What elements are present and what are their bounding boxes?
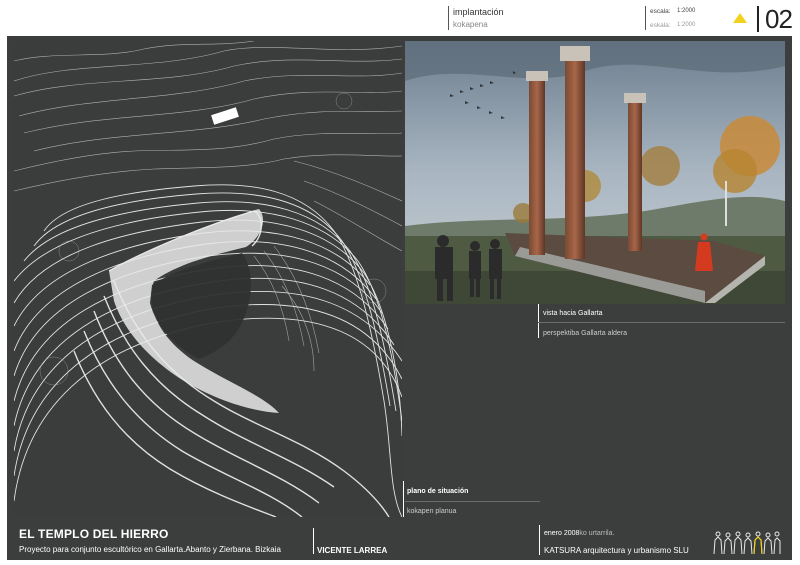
north-triangle-icon bbox=[733, 13, 747, 23]
project-subtitle: Proyecto para conjunto escultórico en Ga… bbox=[19, 545, 281, 554]
photo-label-rule bbox=[538, 322, 785, 323]
author-divider bbox=[313, 528, 314, 554]
date-basque: ko urtarrila. bbox=[579, 530, 615, 537]
scale-label-basque: eskala: bbox=[650, 22, 671, 29]
photo-label: vista hacia Gallarta bbox=[543, 310, 603, 317]
map-label: plano de situación bbox=[407, 488, 469, 495]
scale-divider bbox=[645, 6, 646, 30]
topographic-contours bbox=[14, 41, 402, 517]
header-divider bbox=[448, 6, 449, 30]
date-spanish: enero 2008 bbox=[544, 530, 580, 537]
company-divider bbox=[539, 525, 540, 555]
photo-label-basque: perspektiba Gallarta aldera bbox=[543, 330, 628, 337]
sheet-title: implantación bbox=[453, 7, 504, 17]
sheet-subtitle: kokapena bbox=[453, 20, 488, 29]
perspective-render bbox=[405, 41, 785, 304]
project-date: enero 2008ko urtarrila. bbox=[544, 530, 614, 537]
site-plan-map bbox=[14, 41, 402, 517]
company-name: KATSURA arquitectura y urbanismo SLU bbox=[544, 546, 689, 555]
header: implantación kokapena escala: 1:2000 esk… bbox=[0, 0, 800, 36]
map-label-basque: kokapen planua bbox=[407, 508, 457, 515]
map-label-divider bbox=[403, 481, 404, 517]
main-panel: plano de situación kokapen planua vista … bbox=[7, 36, 792, 560]
map-label-rule bbox=[405, 501, 540, 502]
author-name: VICENTE LARREA bbox=[317, 546, 388, 555]
project-title: EL TEMPLO DEL HIERRO bbox=[19, 527, 169, 541]
page-number: 02 bbox=[765, 4, 793, 34]
scale-label: escala: bbox=[650, 8, 671, 15]
sculpture-perspective-image bbox=[405, 41, 785, 304]
scale-value: 1:2000 bbox=[677, 8, 696, 14]
page-number-divider bbox=[757, 6, 759, 32]
people-logo-icon bbox=[710, 528, 782, 556]
scale-value-basque: 1:2000 bbox=[677, 22, 696, 28]
photo-label-divider bbox=[538, 304, 539, 338]
